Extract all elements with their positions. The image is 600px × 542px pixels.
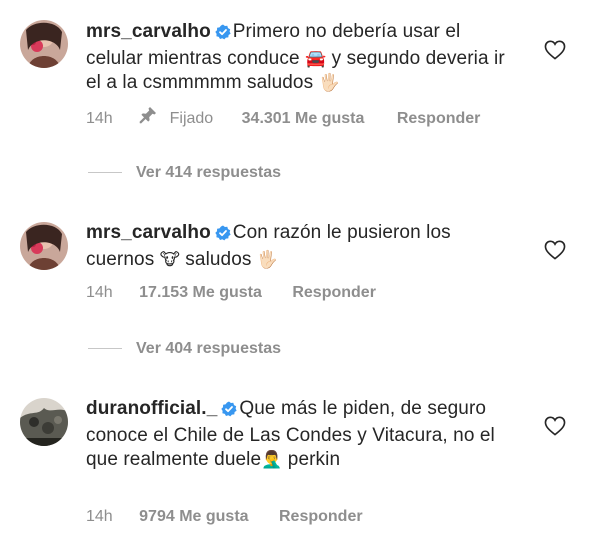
divider <box>88 348 122 350</box>
reply-button[interactable]: Responder <box>279 506 363 528</box>
view-replies-button[interactable]: Ver 414 respuestas <box>88 162 281 184</box>
comment-text: mrs_carvalho Con razón le pusieron los cu… <box>86 221 506 272</box>
avatar[interactable] <box>20 20 68 68</box>
cow-emoji: 🐮 <box>159 250 180 269</box>
comment-body: perkin <box>282 449 341 470</box>
username[interactable]: mrs_carvalho <box>86 21 211 42</box>
avatar[interactable] <box>20 222 68 270</box>
verified-badge-icon <box>221 400 237 424</box>
avatar-image <box>20 222 68 270</box>
verified-badge-icon <box>215 23 231 47</box>
view-replies-button[interactable]: Ver 404 respuestas <box>88 338 281 360</box>
pinned-label: Fijado <box>169 109 214 127</box>
reply-button[interactable]: Responder <box>292 282 376 304</box>
avatar-image <box>20 20 68 68</box>
comment-body: saludos <box>179 249 257 270</box>
view-replies-label: Ver 404 respuestas <box>136 340 281 357</box>
raised-hand-emoji: 🖐🏻 <box>256 250 279 269</box>
timestamp[interactable]: 14h <box>86 108 113 130</box>
comment-meta: 14h Fijado 34.301 Me gusta Responder <box>86 106 480 128</box>
timestamp[interactable]: 14h <box>86 506 113 528</box>
username[interactable]: duranofficial._ <box>86 398 217 419</box>
facepalm-emoji: 🤦‍♂️ <box>261 450 283 469</box>
view-replies-label: Ver 414 respuestas <box>136 164 281 181</box>
verified-badge-icon <box>215 224 231 248</box>
timestamp[interactable]: 14h <box>86 282 113 304</box>
heart-icon[interactable] <box>544 416 566 436</box>
likes-count[interactable]: 34.301 Me gusta <box>242 108 365 130</box>
avatar[interactable] <box>20 398 68 446</box>
heart-icon[interactable] <box>544 240 566 260</box>
car-emoji: 🚘 <box>305 49 327 68</box>
comment-meta: 14h 17.153 Me gusta Responder <box>86 282 376 304</box>
likes-count[interactable]: 17.153 Me gusta <box>139 282 262 304</box>
heart-icon[interactable] <box>544 40 566 60</box>
reply-button[interactable]: Responder <box>397 108 481 130</box>
username[interactable]: mrs_carvalho <box>86 222 211 243</box>
comment-meta: 14h 9794 Me gusta Responder <box>86 506 363 528</box>
likes-count[interactable]: 9794 Me gusta <box>139 506 248 528</box>
pin-icon <box>139 106 157 131</box>
avatar-image <box>20 398 68 446</box>
divider <box>88 172 122 174</box>
raised-hand-emoji: 🖐🏻 <box>318 73 340 92</box>
comment-text: duranofficial._ Que más le piden, de segu… <box>86 397 506 472</box>
comment-text: mrs_carvalho Primero no debería usar el c… <box>86 20 506 95</box>
